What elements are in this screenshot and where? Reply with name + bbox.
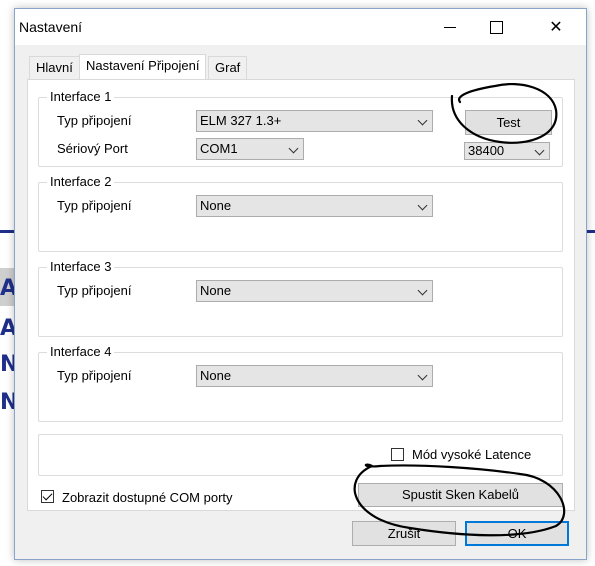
baud-rate-select[interactable]: 38400 bbox=[464, 142, 550, 160]
interface-4-type-select[interactable]: None bbox=[196, 365, 433, 387]
window-title: Nastavení bbox=[19, 19, 83, 35]
background-app-line bbox=[0, 230, 14, 233]
tab-panel: Interface 1 Typ připojení ELM 327 1.3+ S… bbox=[27, 79, 575, 511]
interface-3-type-select[interactable]: None bbox=[196, 280, 433, 302]
maximize-button[interactable] bbox=[473, 9, 519, 45]
show-com-ports-label: Zobrazit dostupné COM porty bbox=[62, 490, 233, 505]
serial-port-select[interactable]: COM1 bbox=[196, 138, 304, 160]
chevron-down-icon bbox=[417, 200, 428, 211]
background-app-text: AF bbox=[0, 316, 14, 341]
interface-2-type-select[interactable]: None bbox=[196, 195, 433, 217]
type-label: Typ připojení bbox=[57, 113, 132, 128]
chevron-down-icon bbox=[417, 370, 428, 381]
background-app-text: AF bbox=[0, 276, 14, 301]
interface-2-label: Interface 2 bbox=[47, 174, 115, 189]
interface-3-group: Interface 3 Typ připojení None bbox=[38, 259, 563, 337]
tab-graf[interactable]: Graf bbox=[208, 56, 248, 79]
type-label: Typ připojení bbox=[57, 198, 132, 213]
chevron-down-icon bbox=[417, 285, 428, 296]
chevron-down-icon bbox=[417, 115, 428, 126]
background-app-text: NI bbox=[0, 390, 14, 415]
interface-3-label: Interface 3 bbox=[47, 259, 115, 274]
chevron-down-icon bbox=[288, 143, 299, 154]
scan-cables-button[interactable]: Spustit Sken Kabelů bbox=[358, 483, 563, 507]
interface-4-label: Interface 4 bbox=[47, 344, 115, 359]
interface-2-group: Interface 2 Typ připojení None bbox=[38, 174, 563, 252]
chevron-down-icon bbox=[534, 145, 545, 156]
type-label: Typ připojení bbox=[57, 283, 132, 298]
close-icon: ✕ bbox=[549, 19, 563, 36]
close-button[interactable]: ✕ bbox=[533, 9, 579, 45]
high-latency-checkbox[interactable] bbox=[391, 448, 404, 461]
latency-group: Mód vysoké Latence bbox=[38, 434, 563, 476]
cancel-button[interactable]: Zrušit bbox=[352, 521, 456, 546]
interface-1-label: Interface 1 bbox=[47, 89, 115, 104]
interface-1-type-select[interactable]: ELM 327 1.3+ bbox=[196, 110, 433, 132]
maximize-icon bbox=[489, 20, 503, 34]
ok-button[interactable]: OK bbox=[465, 521, 569, 546]
minimize-button[interactable] bbox=[427, 9, 473, 45]
serial-port-label: Sériový Port bbox=[57, 141, 128, 156]
show-com-ports-checkbox[interactable] bbox=[41, 490, 54, 503]
test-button[interactable]: Test bbox=[465, 110, 552, 135]
tab-hlavni[interactable]: Hlavní bbox=[29, 56, 80, 79]
settings-dialog: Nastavení ✕ Hlavní Nastavení Připojení G… bbox=[14, 8, 587, 560]
tab-nastaveni-pripojeni[interactable]: Nastavení Připojení bbox=[79, 54, 207, 79]
background-app-text: NI bbox=[0, 352, 14, 377]
minimize-icon bbox=[444, 26, 456, 28]
high-latency-label: Mód vysoké Latence bbox=[412, 447, 532, 462]
interface-4-group: Interface 4 Typ připojení None bbox=[38, 344, 563, 422]
interface-1-group: Interface 1 Typ připojení ELM 327 1.3+ S… bbox=[38, 89, 563, 167]
type-label: Typ připojení bbox=[57, 368, 132, 383]
title-bar: Nastavení ✕ bbox=[15, 9, 586, 45]
checkmark-icon bbox=[42, 490, 53, 501]
